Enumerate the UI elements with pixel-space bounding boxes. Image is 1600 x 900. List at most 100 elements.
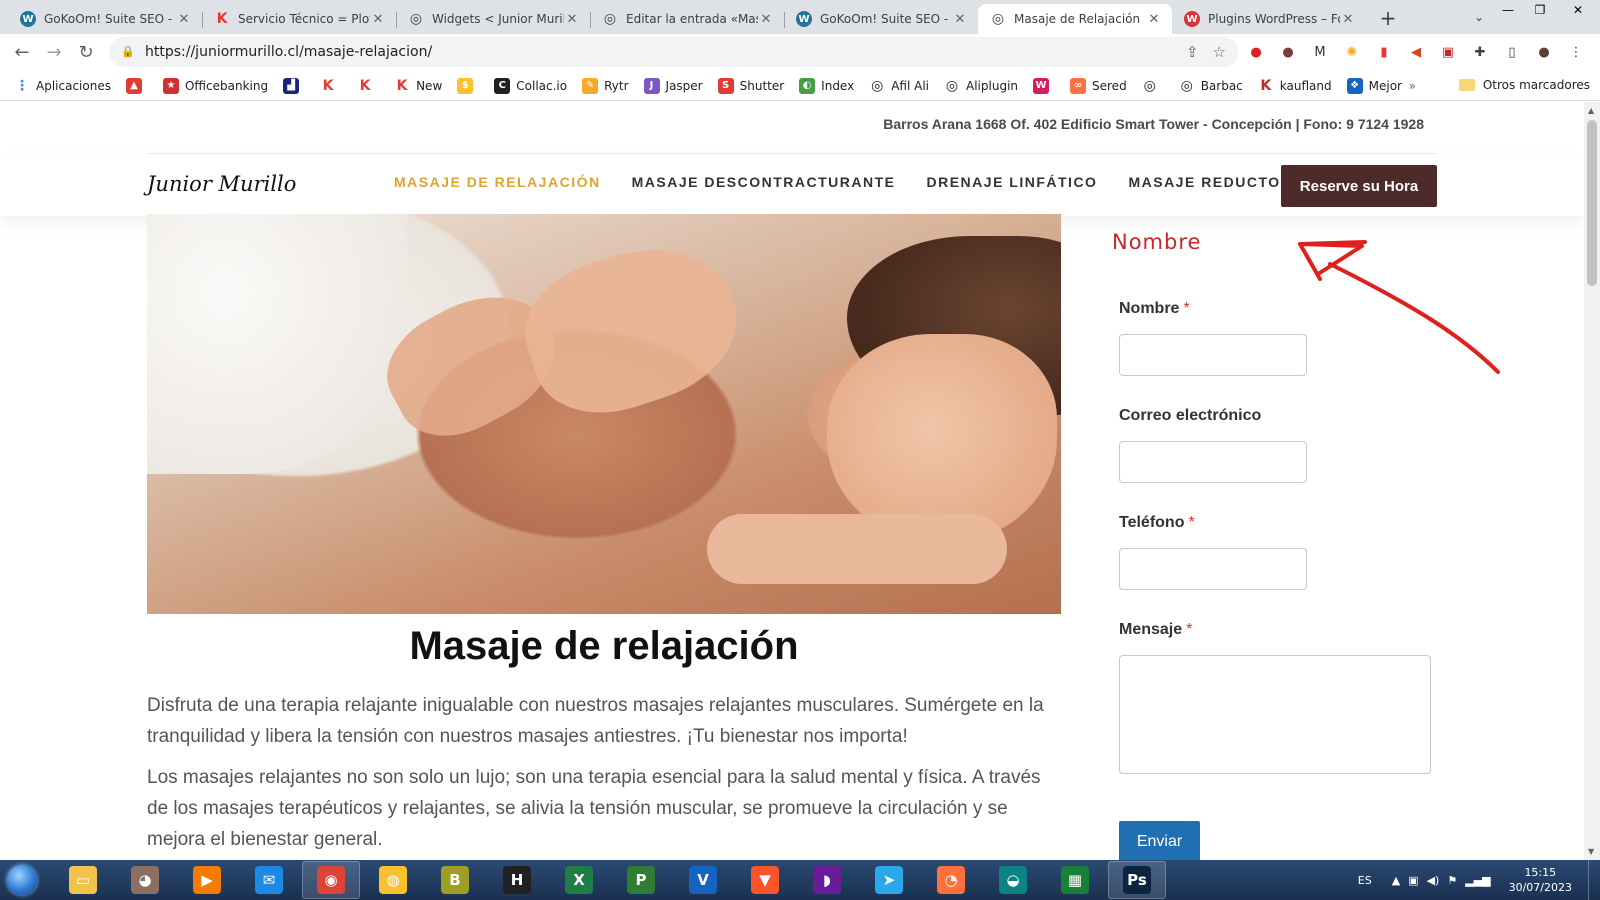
bookmark-item[interactable]: Kkaufland [1258,78,1331,94]
flag-icon[interactable]: ⚑ [1447,874,1457,887]
lock-icon[interactable]: 🔒 [121,45,135,59]
browser-tab[interactable]: W GoKoOm! Suite SEO - Ke✕ [784,4,978,34]
bookmark-item[interactable]: ◎ Afil Ali [869,78,929,94]
reload-icon[interactable]: ↻ [70,37,102,69]
tab-close-icon[interactable]: ✕ [1146,12,1162,27]
show-hidden-icon[interactable]: ▲ [1392,874,1400,887]
minimize-icon[interactable]: — [1492,0,1524,20]
site-logo[interactable]: Junior Murillo [147,172,296,196]
nav-masaje-descontracturante[interactable]: MASAJE DESCONTRACTURANTE [632,174,896,190]
tab-search-icon[interactable]: ⌄ [1466,6,1492,28]
bookmark-item[interactable]: ∞ Sered [1070,77,1127,94]
photoshop-taskbar-button[interactable]: Ps [1108,861,1166,899]
bookmark-item[interactable]: C Collac.io [494,77,567,94]
bookmark-item[interactable]: ◎ [1142,78,1164,94]
profile-avatar[interactable]: ● [1532,41,1556,63]
bookmark-item[interactable]: J Jasper [643,77,703,94]
bookmark-item[interactable]: ▟ [283,77,305,94]
globe-taskbar-button[interactable]: ◍ [364,861,422,899]
sheets-taskbar-button[interactable]: ▦ [1046,861,1104,899]
nav-masaje-reductor[interactable]: MASAJE REDUCTOR [1128,174,1292,190]
browser-tab[interactable]: ◎ Masaje de Relajación ✕ [978,4,1172,34]
language-indicator[interactable]: ES [1358,874,1372,887]
m-extension-icon[interactable]: M [1308,41,1332,63]
nav-drenaje-linfatico[interactable]: DRENAJE LINFÁTICO [927,174,1098,190]
bookmark-item[interactable]: K [357,78,379,94]
b-app-taskbar-button[interactable]: B [426,861,484,899]
other-bookmarks[interactable]: Otros marcadores [1458,78,1590,92]
k-extension-icon[interactable]: ● [1276,41,1300,63]
bookmark-item[interactable]: S Shutter [717,77,784,94]
bookmark-item[interactable]: ▲ [125,77,148,94]
bookmark-item[interactable]: $ [457,77,479,94]
tab-close-icon[interactable]: ✕ [564,12,580,27]
browser-tab[interactable]: W GoKoOm! Suite SEO - Ke✕ [8,4,202,34]
show-desktop-button[interactable] [1588,860,1600,900]
bookmarks-overflow-icon[interactable]: » [1409,79,1416,93]
bookmark-item[interactable]: ◎ Aliplugin [944,78,1018,94]
phone-input[interactable] [1119,548,1307,590]
telegram-taskbar-button[interactable]: ➤ [860,861,918,899]
forward-icon[interactable]: → [38,37,70,69]
page-scrollbar[interactable]: ▲ ▼ [1584,102,1600,860]
address-bar[interactable]: 🔒 https://juniormurillo.cl/masaje-relaja… [109,37,1238,67]
tab-close-icon[interactable]: ✕ [952,12,968,27]
bookmark-item[interactable]: ⋮ Aplicaciones [14,78,111,94]
bookmark-item[interactable]: ★ Officebanking [162,77,268,94]
reserve-button[interactable]: Reserve su Hora [1281,165,1437,207]
brave-taskbar-button[interactable]: ▼ [736,861,794,899]
puzzle-icon[interactable]: ✚ [1468,41,1492,63]
name-input[interactable] [1119,334,1307,376]
firefox-taskbar-button[interactable]: ◔ [922,861,980,899]
tab-close-icon[interactable]: ✕ [370,12,386,27]
clock[interactable]: 15:15 30/07/2023 [1509,865,1572,895]
close-window-icon[interactable]: ✕ [1556,0,1600,20]
opera-icon[interactable]: ● [1244,41,1268,63]
email-input[interactable] [1119,441,1307,483]
bookmark-item[interactable]: ❖ Mejor [1346,77,1402,94]
signal-icon[interactable]: ▂▄▆ [1465,874,1490,887]
network-adapter-icon[interactable]: ▣ [1408,874,1418,887]
new-tab-button[interactable]: + [1374,4,1402,32]
menu-dots-icon[interactable]: ⋮ [1564,41,1588,63]
project-taskbar-button[interactable]: P [612,861,670,899]
megaphone-icon[interactable]: ◀ [1404,41,1428,63]
browser-tab[interactable]: ◎ Editar la entrada «Masaj ✕ [590,4,784,34]
start-button[interactable] [0,860,44,900]
visio-taskbar-button[interactable]: V [674,861,732,899]
bookmark-star-icon[interactable]: ☆ [1213,43,1226,61]
media-taskbar-button[interactable]: ▶ [178,861,236,899]
thunderbird-taskbar-button[interactable]: ✉ [240,861,298,899]
message-textarea[interactable] [1119,655,1431,774]
explorer-taskbar-button[interactable]: ▭ [54,861,112,899]
podcast-taskbar-button[interactable]: ◗ [798,861,856,899]
browser-tab[interactable]: K Servicio Técnico = Plotte✕ [202,4,396,34]
excel-taskbar-button[interactable]: X [550,861,608,899]
tab-close-icon[interactable]: ✕ [758,12,774,27]
url-text[interactable]: https://juniormurillo.cl/masaje-relajaci… [145,44,432,60]
sidepanel-icon[interactable]: ▯ [1500,41,1524,63]
browser-tab[interactable]: W Plugins WordPress – For ✕ [1172,4,1366,34]
share-icon[interactable]: ⇪ [1186,43,1199,61]
nav-masaje-relajacion[interactable]: MASAJE DE RELAJACIÓN [394,174,601,190]
gimp-taskbar-button[interactable]: ◕ [116,861,174,899]
sun-extension-icon[interactable]: ✺ [1340,41,1364,63]
browser-tab[interactable]: ◎ Widgets < Junior Murillo ✕ [396,4,590,34]
scroll-down-icon[interactable]: ▼ [1588,847,1594,856]
counter-extension-icon[interactable]: ▣ [1436,41,1460,63]
bookmark-item[interactable]: ◎ Barbac [1179,78,1243,94]
back-icon[interactable]: ← [6,37,38,69]
chrome-taskbar-button[interactable]: ◉ [302,861,360,899]
bookmark-item[interactable]: ✎ Rytr [582,77,629,94]
edge-taskbar-button[interactable]: ◒ [984,861,1042,899]
tab-close-icon[interactable]: ✕ [1340,12,1356,27]
h-app-taskbar-button[interactable]: H [488,861,546,899]
scrollbar-thumb[interactable] [1587,120,1597,286]
bookmark-item[interactable]: K [320,78,342,94]
bookmark-item[interactable]: W [1033,77,1055,94]
bookmark-item[interactable]: ◐ Index [799,77,854,94]
volume-icon[interactable]: ◀) [1427,874,1440,887]
restore-icon[interactable]: ❐ [1524,0,1556,20]
submit-button[interactable]: Enviar [1119,821,1200,860]
tab-close-icon[interactable]: ✕ [176,12,192,27]
